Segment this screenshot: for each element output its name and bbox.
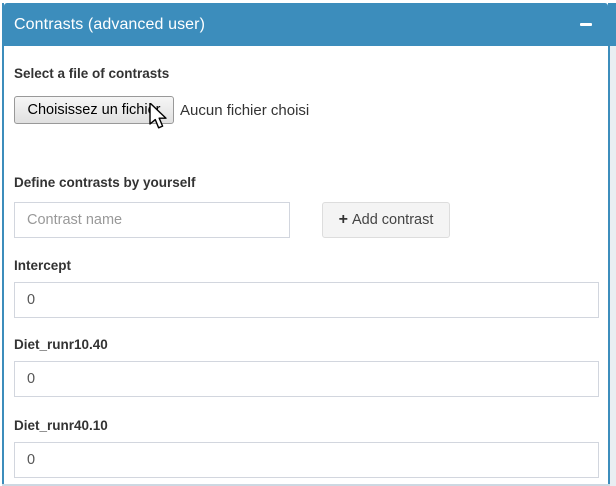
field-label: Intercept [14, 259, 599, 273]
plus-icon: + [339, 212, 348, 228]
no-file-chosen-text: Aucun fichier choisi [180, 102, 309, 119]
diet-runr10-40-value-input[interactable] [14, 361, 599, 397]
add-contrast-button[interactable]: + Add contrast [322, 202, 450, 238]
page: Contrasts (advanced user) Select a file … [0, 0, 616, 486]
contrast-field-diet-runr40-10: Diet_runr40.10 [14, 419, 599, 478]
collapse-button[interactable] [577, 16, 595, 34]
contrast-field-diet-runr10-40: Diet_runr10.40 [14, 338, 599, 397]
file-input-row: Choisissez un fichier Aucun fichier choi… [14, 96, 599, 124]
define-contrast-row: + Add contrast [14, 202, 599, 238]
field-label: Diet_runr40.10 [14, 419, 599, 433]
field-label: Diet_runr10.40 [14, 338, 599, 352]
contrast-field-intercept: Intercept [14, 259, 599, 318]
page-background-strip [610, 46, 616, 486]
adjacent-header-strip [610, 3, 616, 46]
minus-icon [580, 23, 592, 26]
file-section-label: Select a file of contrasts [14, 67, 599, 81]
panel-body: Select a file of contrasts Choisissez un… [4, 46, 608, 478]
choose-file-button[interactable]: Choisissez un fichier [14, 96, 174, 124]
panel-title: Contrasts (advanced user) [14, 16, 577, 34]
add-contrast-label: Add contrast [352, 212, 433, 228]
diet-runr40-10-value-input[interactable] [14, 442, 599, 478]
panel-header: Contrasts (advanced user) [4, 3, 608, 46]
contrasts-panel: Contrasts (advanced user) Select a file … [2, 3, 610, 486]
contrast-name-input[interactable] [14, 202, 290, 238]
intercept-value-input[interactable] [14, 282, 599, 318]
define-section-label: Define contrasts by yourself [14, 176, 599, 190]
